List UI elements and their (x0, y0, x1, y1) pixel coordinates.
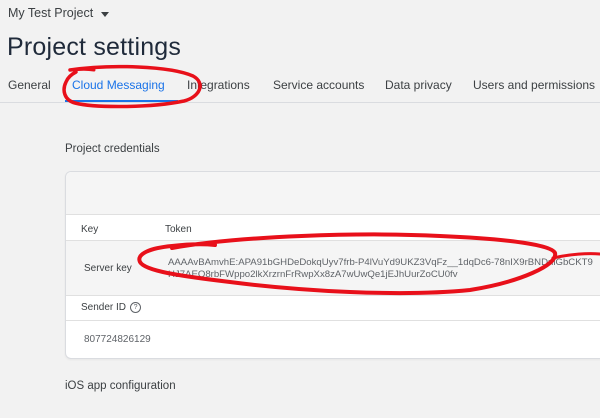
sender-id-label: Sender ID (81, 302, 127, 313)
page-title: Project settings (7, 33, 182, 61)
sender-id-value[interactable]: 807724826129 (84, 334, 151, 345)
tab-general[interactable]: General (8, 78, 51, 92)
divider (66, 320, 600, 321)
help-circle-icon[interactable]: ? (130, 302, 142, 313)
tab-data-privacy[interactable]: Data privacy (385, 78, 452, 92)
tab-cloud-messaging[interactable]: Cloud Messaging (72, 78, 165, 92)
chevron-down-icon (101, 11, 110, 17)
sender-id-label-wrap: Sender ID? (81, 302, 142, 313)
settings-tabs: General Cloud Messaging Integrations Ser… (0, 78, 600, 102)
tab-service-accounts[interactable]: Service accounts (273, 78, 364, 92)
project-name: My Test Project (8, 6, 94, 20)
column-header-key: Key (81, 224, 99, 235)
server-key-token-line2[interactable]: HJ7AEQ8rbFWppo2lkXrzrnFrRwpXx8zA7wUwQe1j… (168, 269, 458, 280)
column-header-token: Token (165, 224, 192, 235)
tab-users-and-permissions[interactable]: Users and permissions (473, 78, 595, 92)
server-key-token-line1[interactable]: AAAAvBAmvhE:APA91bGHDeDokqUyv7frb-P4lVuY… (168, 257, 593, 268)
annotation-scribble-tab (70, 67, 96, 72)
server-key-label: Server key (84, 263, 132, 274)
credentials-card: Key Token Server key AAAAvBAmvhE:APA91bG… (65, 171, 600, 359)
project-selector[interactable]: My Test Project (8, 6, 110, 20)
divider (66, 295, 600, 296)
section-title-project-credentials: Project credentials (65, 143, 160, 155)
tabs-divider (0, 102, 600, 103)
tab-integrations[interactable]: Integrations (187, 78, 250, 92)
server-key-row (66, 241, 600, 295)
section-title-ios-app-configuration: iOS app configuration (65, 380, 176, 392)
card-header (66, 172, 600, 215)
